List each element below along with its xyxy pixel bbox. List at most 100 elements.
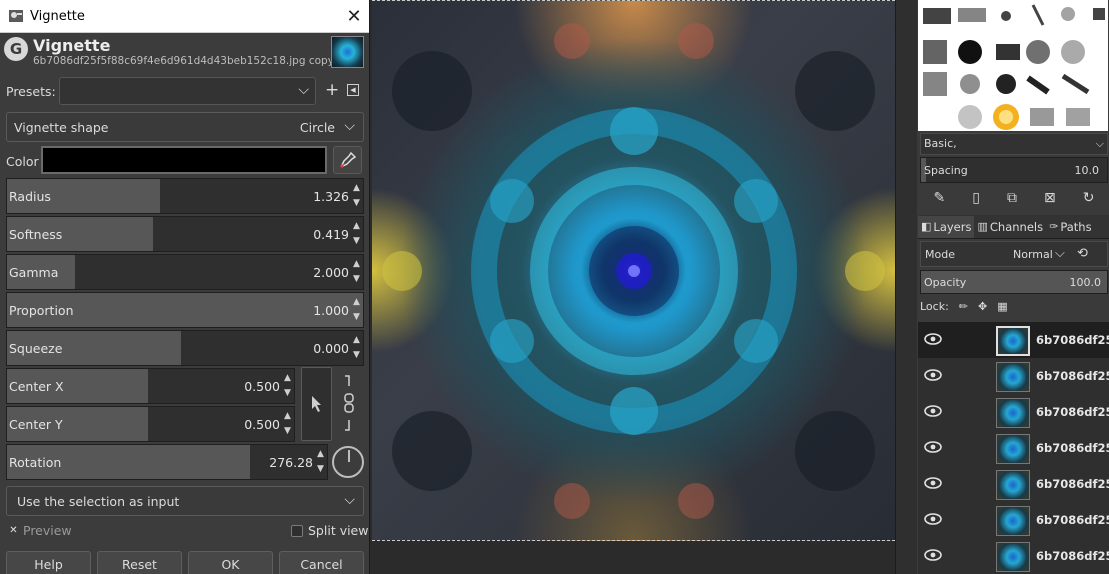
center-x-slider[interactable]: Center X 0.500 ▲ ▼ (6, 368, 295, 404)
layer-row[interactable]: 6b7086df25f5 (918, 538, 1109, 574)
canvas-padding (372, 541, 895, 574)
lock-alpha-icon[interactable]: ▦ (997, 300, 1007, 313)
tab-layers[interactable]: ◧ Layers (918, 215, 975, 238)
center-y-slider[interactable]: Center Y 0.500 ▲ ▼ (6, 406, 295, 442)
layer-row[interactable]: 6b7086df25f5 (918, 466, 1109, 502)
proportion-spin-arrows[interactable]: ▲ ▼ (351, 295, 362, 325)
new-brush-icon[interactable]: ▯ (972, 190, 980, 206)
chevron-down-icon: ⌵ (1095, 137, 1104, 150)
color-swatch[interactable] (41, 146, 327, 174)
brushes-grid[interactable] (918, 0, 1108, 131)
edit-brush-icon[interactable]: ✎ (934, 190, 946, 206)
gamma-spin-arrows[interactable]: ▲ ▼ (351, 257, 362, 287)
cancel-button[interactable]: Cancel (279, 551, 364, 574)
chevron-down-icon: ⌵ (344, 492, 355, 508)
split-view-checkbox[interactable] (291, 524, 303, 537)
layer-row[interactable]: 6b7086df25f5 (918, 394, 1109, 430)
center-y-value: 0.500 (244, 417, 280, 432)
preset-menu-icon[interactable]: ◀ (347, 84, 359, 96)
layer-mode-combo[interactable]: Mode Normal ⌵ ⟲ (920, 241, 1108, 267)
spacing-slider[interactable]: Spacing 10.0 (920, 157, 1108, 183)
squeeze-slider[interactable]: Squeeze 0.000 ▲ ▼ (6, 330, 364, 366)
rotation-spin-arrows[interactable]: ▲ ▼ (315, 447, 326, 477)
eye-icon[interactable] (923, 547, 943, 563)
vignette-shape-combo[interactable]: Vignette shape Circle ⌵ (6, 112, 364, 142)
brush-preset-combo[interactable]: Basic, ⌵ (920, 133, 1108, 155)
kaleidoscope-image (382, 23, 885, 519)
pick-center-button[interactable] (301, 367, 332, 441)
layer-thumbnail (996, 398, 1030, 428)
presets-combo[interactable]: ⌵ (59, 77, 316, 105)
softness-spin-arrows[interactable]: ▲ ▼ (351, 219, 362, 249)
softness-slider[interactable]: Softness 0.419 ▲ ▼ (6, 216, 364, 252)
layer-row[interactable]: 6b7086df25f5 (918, 322, 1109, 358)
gamma-value: 2.000 (313, 265, 349, 280)
tab-layers-label: Layers (933, 219, 972, 234)
layers-list: 6b7086df25f5 6b7086df25f5 6b7086df25f5 6… (918, 322, 1109, 574)
eye-icon[interactable] (923, 403, 943, 419)
lock-position-icon[interactable]: ✥ (978, 300, 987, 313)
opacity-slider[interactable]: Opacity 100.0 (920, 270, 1108, 294)
image-canvas[interactable] (372, 0, 895, 541)
reset-button[interactable]: Reset (97, 551, 182, 574)
proportion-slider[interactable]: Proportion 1.000 ▲ ▼ (6, 292, 364, 328)
layer-row[interactable]: 6b7086df25f5 (918, 430, 1109, 466)
rotation-slider[interactable]: Rotation 276.28 ▲ ▼ (6, 444, 328, 480)
center-x-spin-arrows[interactable]: ▲ ▼ (282, 371, 293, 401)
radius-slider[interactable]: Radius 1.326 ▲ ▼ (6, 178, 364, 214)
squeeze-label: Squeeze (9, 341, 63, 356)
eye-icon[interactable] (923, 331, 943, 347)
radius-spin-arrows[interactable]: ▲ ▼ (351, 181, 362, 211)
gimp-window: Vignette ✕ G Vignette 6b7086df25f5f88c69… (0, 0, 1109, 574)
help-button[interactable]: Help (6, 551, 91, 574)
color-picker-button[interactable] (333, 146, 362, 174)
opacity-label: Opacity (924, 276, 967, 289)
proportion-label: Proportion (9, 303, 74, 318)
selection-input-combo[interactable]: Use the selection as input ⌵ (6, 486, 364, 516)
chain-link-icon[interactable] (340, 374, 358, 432)
layer-row[interactable]: 6b7086df25f5 (918, 502, 1109, 538)
tab-channels[interactable]: ▥ Channels (974, 216, 1046, 238)
eye-icon[interactable] (923, 475, 943, 491)
center-y-spin-arrows[interactable]: ▲ ▼ (282, 409, 293, 439)
lock-row: Lock: ✏ ✥ ▦ (920, 300, 1018, 313)
eye-icon[interactable] (923, 367, 943, 383)
tab-paths-label: Paths (1060, 219, 1092, 234)
tab-paths[interactable]: ✑ Paths (1046, 216, 1094, 238)
spacing-value: 10.0 (1074, 164, 1100, 177)
eye-icon[interactable] (923, 439, 943, 455)
canvas-vertical-scrollbar[interactable] (895, 0, 917, 574)
preview-checkbox[interactable]: ✕ (8, 525, 19, 536)
image-name: 6b7086df25f5f88c69f4e6d961d4d43beb152c18… (33, 55, 348, 67)
spacing-label: Spacing (924, 164, 968, 177)
preview-toggle[interactable]: ✕ Preview (8, 523, 72, 538)
reset-mode-icon[interactable]: ⟲ (1077, 246, 1088, 261)
ok-button[interactable]: OK (188, 551, 273, 574)
radius-label: Radius (9, 189, 51, 204)
split-view-toggle[interactable]: Split view (291, 523, 368, 538)
rotation-dial[interactable] (332, 446, 364, 478)
mode-value: Normal (1013, 248, 1053, 261)
split-view-label: Split view (308, 523, 369, 538)
gamma-slider[interactable]: Gamma 2.000 ▲ ▼ (6, 254, 364, 290)
duplicate-brush-icon[interactable]: ⧉ (1007, 190, 1017, 206)
close-button[interactable]: ✕ (339, 1, 369, 31)
eye-icon[interactable] (923, 511, 943, 527)
add-preset-icon[interactable]: + (325, 81, 339, 99)
layer-row[interactable]: 6b7086df25f5 (918, 358, 1109, 394)
squeeze-spin-arrows[interactable]: ▲ ▼ (351, 333, 362, 363)
refresh-brushes-icon[interactable]: ↻ (1083, 190, 1095, 206)
lock-pixels-icon[interactable]: ✏ (959, 300, 968, 313)
vignette-dialog: Vignette ✕ G Vignette 6b7086df25f5f88c69… (0, 0, 370, 574)
preview-label: Preview (23, 523, 72, 538)
layer-name: 6b7086df25f5 (1036, 333, 1109, 347)
rotation-value: 276.28 (269, 455, 313, 470)
layer-name: 6b7086df25f5 (1036, 405, 1109, 419)
layer-thumbnail (996, 506, 1030, 536)
chevron-down-icon: ⌵ (344, 118, 355, 134)
center-x-value: 0.500 (244, 379, 280, 394)
delete-brush-icon[interactable]: ⊠ (1044, 190, 1056, 206)
brush-preset-value: Basic, (924, 137, 957, 150)
layer-name: 6b7086df25f5 (1036, 477, 1109, 491)
layer-thumbnail (996, 434, 1030, 464)
